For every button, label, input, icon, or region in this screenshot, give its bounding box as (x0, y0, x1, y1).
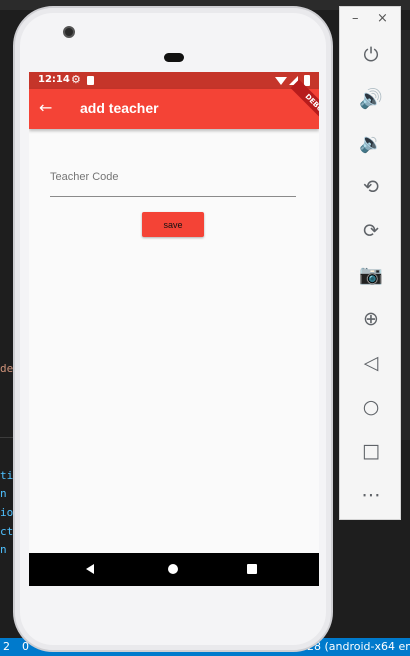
sd-card-icon (87, 76, 94, 85)
camera-icon[interactable]: 📷 (356, 260, 386, 290)
android-status-bar: 12:14 ⚙ (29, 72, 319, 89)
overview-icon[interactable]: □ (356, 436, 386, 466)
save-button[interactable]: save (142, 212, 204, 237)
nav-recents-icon[interactable] (247, 564, 257, 574)
more-icon[interactable]: ⋯ (356, 480, 386, 510)
front-camera (63, 26, 75, 38)
zoom-icon[interactable]: ⊕ (356, 304, 386, 334)
minimize-button[interactable]: – (352, 11, 359, 26)
code-fragment: n (0, 487, 7, 500)
phone-frame: 12:14 ⚙ ← add teacher DEBUG Teacher Code… (13, 6, 333, 652)
rotate-left-icon[interactable]: ⟲ (356, 172, 386, 202)
nav-back-icon[interactable] (86, 564, 94, 574)
code-fragment: n (0, 543, 7, 556)
volume-up-icon[interactable]: 🔊 (356, 84, 386, 114)
code-fragment: ti (0, 469, 14, 482)
battery-icon (304, 75, 310, 86)
rotate-right-icon[interactable]: ⟳ (356, 216, 386, 246)
code-fragment: ct (0, 525, 14, 538)
device-status-item[interactable]: 28 (android-x64 em (307, 640, 410, 653)
android-nav-bar (29, 553, 319, 586)
phone-screen: 12:14 ⚙ ← add teacher DEBUG Teacher Code… (29, 72, 319, 586)
home-icon[interactable]: ○ (356, 392, 386, 422)
teacher-code-label: Teacher Code (50, 171, 119, 183)
emulator-toolbar: – × ⏻ 🔊 🔉 ⟲ ⟳ 📷 ⊕ ◁ ○ □ ⋯ (339, 6, 401, 520)
close-button[interactable]: × (377, 11, 388, 26)
page-title: add teacher (80, 100, 159, 116)
app-bar: ← add teacher DEBUG (29, 79, 319, 131)
input-underline (50, 196, 296, 197)
earpiece-speaker (164, 53, 184, 62)
back-arrow-icon[interactable]: ← (39, 98, 52, 117)
status-item[interactable]: 2 (3, 640, 10, 653)
teacher-code-field[interactable]: Teacher Code (50, 168, 296, 198)
volume-down-icon[interactable]: 🔉 (356, 128, 386, 158)
nav-home-icon[interactable] (168, 564, 178, 574)
code-fragment: de (0, 362, 14, 375)
wifi-icon (275, 77, 287, 85)
back-icon[interactable]: ◁ (356, 348, 386, 378)
settings-icon: ⚙ (71, 73, 81, 86)
code-fragment: io (0, 506, 14, 519)
clock: 12:14 (38, 74, 70, 85)
power-icon[interactable]: ⏻ (356, 40, 386, 70)
